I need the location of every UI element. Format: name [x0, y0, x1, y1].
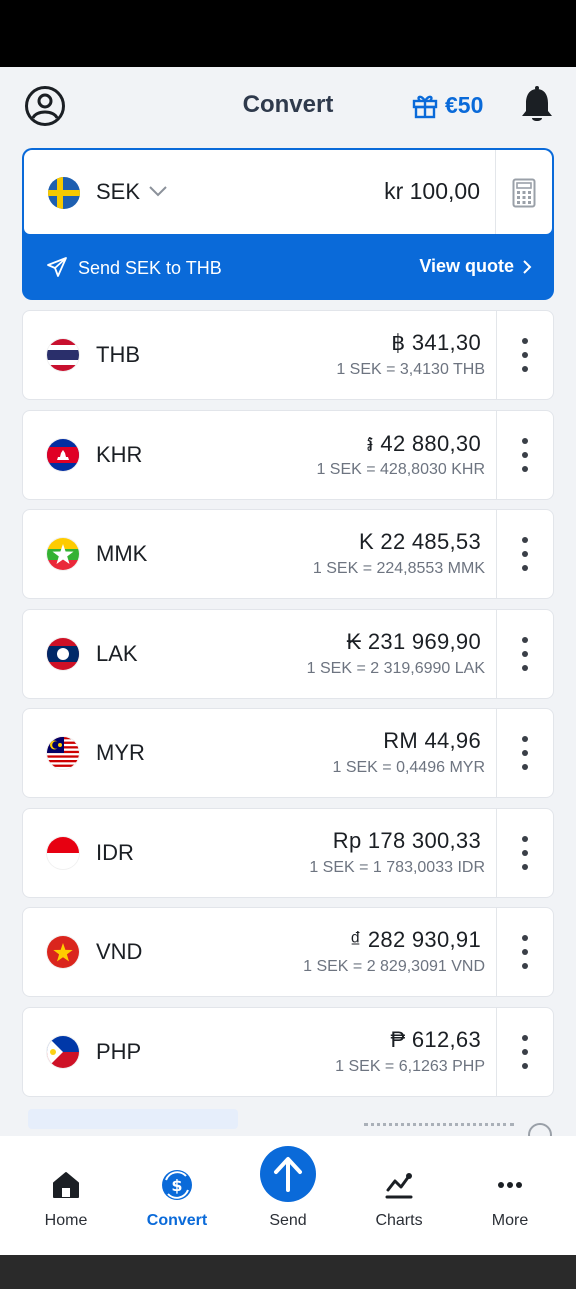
- malaysia-flag-icon: [47, 737, 79, 769]
- converted-amount[interactable]: Rp 178 300,33: [333, 828, 481, 854]
- thailand-flag-icon: [47, 339, 79, 371]
- divider: [496, 709, 497, 797]
- more-vertical-icon[interactable]: [515, 534, 535, 574]
- home-icon: [53, 1172, 79, 1198]
- notifications-button[interactable]: [520, 86, 554, 124]
- source-amount[interactable]: kr 100,00: [384, 178, 480, 205]
- more-vertical-icon[interactable]: [515, 335, 535, 375]
- converted-amount[interactable]: RM 44,96: [383, 728, 481, 754]
- exchange-rate: 1 SEK = 224,8553 MMK: [312, 560, 485, 577]
- divider: [495, 150, 496, 234]
- gift-icon: [412, 95, 438, 119]
- nav-item-home[interactable]: Home: [11, 1136, 121, 1255]
- divider: [496, 609, 497, 698]
- divider: [496, 311, 497, 399]
- svg-text:$: $: [171, 1176, 182, 1195]
- send-arrow-icon: [274, 1157, 302, 1192]
- more-vertical-icon[interactable]: [515, 1032, 535, 1072]
- divider: [496, 410, 497, 499]
- send-fab[interactable]: [260, 1146, 316, 1202]
- converted-amount[interactable]: ฿ 341,30: [391, 330, 481, 356]
- reward-amount: €50: [445, 91, 484, 118]
- currency-code: KHR: [96, 441, 143, 467]
- currency-row-mmk[interactable]: MMK K 22 485,53 1 SEK = 224,8553 MMK: [22, 509, 554, 599]
- more-icon: [498, 1182, 522, 1188]
- more-vertical-icon[interactable]: [515, 435, 535, 475]
- view-quote-label: View quote: [419, 256, 514, 276]
- send-quote-bar[interactable]: Send SEK to THB View quote: [22, 234, 554, 300]
- exchange-rate: 1 SEK = 2 319,6990 LAK: [306, 659, 485, 677]
- reward-button[interactable]: €50: [411, 89, 483, 121]
- divider: [496, 1007, 497, 1096]
- calculator-icon[interactable]: [512, 178, 536, 208]
- vietnam-flag-icon: [47, 936, 79, 968]
- exchange-rate: 1 SEK = 1 783,0033 IDR: [309, 858, 485, 876]
- converted-amount[interactable]: ៛ 42 880,30: [367, 430, 481, 462]
- charts-icon: [385, 1173, 413, 1199]
- currency-row-thb[interactable]: THB ฿ 341,30 1 SEK = 3,4130 THB: [22, 310, 554, 400]
- converted-amount[interactable]: ₭ 231 969,90: [347, 629, 482, 655]
- system-navigation-bar: [0, 1255, 576, 1289]
- currency-row-php[interactable]: PHP ₱ 612,63 1 SEK = 6,1263 PHP: [22, 1006, 554, 1097]
- philippines-flag-icon: [47, 1035, 79, 1068]
- indonesia-flag-icon: [47, 836, 79, 869]
- source-amount-field[interactable]: SEK kr 100,00: [24, 150, 552, 234]
- sweden-flag-icon: [48, 177, 80, 209]
- more-vertical-icon[interactable]: [515, 833, 535, 873]
- divider: [496, 808, 497, 897]
- nav-label-charts: Charts: [375, 1212, 423, 1229]
- page-title: Convert: [242, 91, 334, 118]
- view-quote-button[interactable]: View quote: [419, 256, 532, 277]
- partial-text: [364, 1123, 514, 1133]
- nav-item-convert[interactable]: $ Convert: [122, 1136, 232, 1255]
- currency-code: PHP: [96, 1038, 142, 1064]
- converted-amount[interactable]: ₱ 612,63: [391, 1027, 481, 1053]
- currency-code: THB: [96, 342, 140, 367]
- converted-amount[interactable]: K 22 485,53: [359, 529, 481, 555]
- currency-code: MYR: [96, 740, 145, 765]
- nav-label-send: Send: [269, 1212, 307, 1229]
- converted-amount[interactable]: ₫ 282 930,91: [350, 927, 481, 953]
- paper-plane-icon: [47, 257, 67, 277]
- convert-icon: $: [162, 1170, 192, 1200]
- nav-label-convert: Convert: [146, 1212, 208, 1229]
- currency-row-khr[interactable]: KHR ៛ 42 880,30 1 SEK = 428,8030 KHR: [22, 409, 554, 500]
- nav-item-more[interactable]: More: [455, 1136, 565, 1255]
- currency-row-lak[interactable]: LAK ₭ 231 969,90 1 SEK = 2 319,6990 LAK: [22, 608, 554, 699]
- currency-code: LAK: [96, 640, 138, 666]
- chevron-down-icon[interactable]: [148, 184, 168, 198]
- currency-code: VND: [96, 939, 143, 964]
- currency-code: MMK: [96, 541, 148, 566]
- status-bar: [0, 0, 576, 67]
- currency-row-idr[interactable]: IDR Rp 178 300,33 1 SEK = 1 783,0033 IDR: [22, 807, 554, 898]
- exchange-rate: 1 SEK = 6,1263 PHP: [335, 1057, 485, 1075]
- more-vertical-icon[interactable]: [515, 634, 535, 674]
- source-currency-code[interactable]: SEK: [96, 179, 140, 205]
- myanmar-flag-icon: [47, 538, 79, 570]
- laos-flag-icon: [47, 637, 79, 670]
- bell-icon: [522, 86, 552, 121]
- exchange-rate: 1 SEK = 0,4496 MYR: [332, 759, 485, 776]
- currency-row-myr[interactable]: MYR RM 44,96 1 SEK = 0,4496 MYR: [22, 708, 554, 798]
- currency-row-vnd[interactable]: VND ₫ 282 930,91 1 SEK = 2 829,3091 VND: [22, 907, 554, 997]
- bottom-navigation: Home $ Convert Send Charts More: [0, 1136, 576, 1255]
- nav-label-more: More: [491, 1212, 529, 1229]
- divider: [496, 908, 497, 996]
- chevron-right-icon: [523, 259, 532, 274]
- currency-code: IDR: [96, 839, 134, 865]
- nav-label-home: Home: [44, 1212, 88, 1229]
- source-currency-card: SEK kr 100,00 Send SEK to THB View quote: [22, 148, 554, 300]
- nav-item-send[interactable]: Send: [233, 1136, 343, 1255]
- exchange-rate: 1 SEK = 2 829,3091 VND: [303, 958, 485, 975]
- nav-item-charts[interactable]: Charts: [344, 1136, 454, 1255]
- more-vertical-icon[interactable]: [515, 733, 535, 773]
- partial-banner: [28, 1109, 238, 1129]
- divider: [496, 510, 497, 598]
- cambodia-flag-icon: [47, 438, 79, 471]
- send-label: Send SEK to THB: [78, 258, 222, 278]
- more-vertical-icon[interactable]: [515, 932, 535, 972]
- exchange-rate: 1 SEK = 3,4130 THB: [336, 361, 485, 378]
- exchange-rate: 1 SEK = 428,8030 KHR: [316, 460, 485, 478]
- header: Convert €50: [0, 67, 576, 145]
